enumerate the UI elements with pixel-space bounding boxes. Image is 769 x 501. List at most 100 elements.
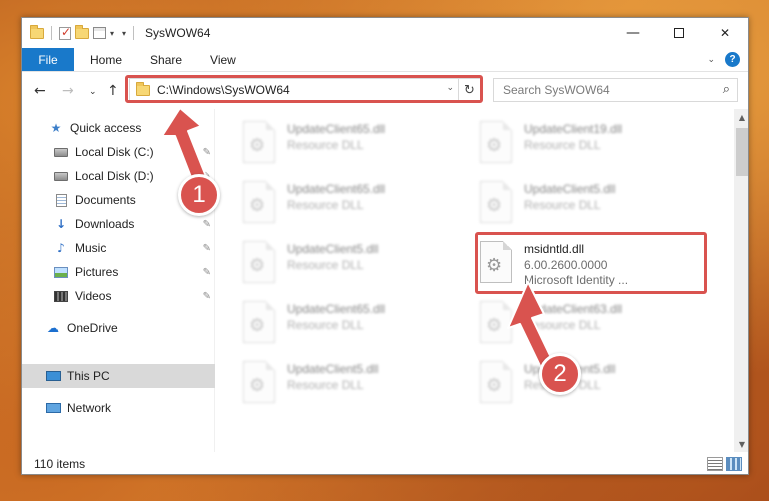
sidebar-item-this-pc[interactable]: This PC <box>22 364 215 388</box>
forward-button[interactable]: → <box>62 83 74 99</box>
customize-toolbar-chevron-icon[interactable]: ▾ <box>110 29 114 38</box>
maximize-icon <box>674 28 684 38</box>
tab-home[interactable]: Home <box>74 48 136 71</box>
list-item[interactable]: ⚙ UpdateClient5.dllResource DLL <box>480 357 710 409</box>
title-bar: ▾ ▾ SysWOW64 — ✕ <box>22 18 748 48</box>
tiles-view-icon[interactable] <box>726 457 742 471</box>
sidebar-item-label: Local Disk (D:) <box>75 169 154 183</box>
music-icon: ♪ <box>57 241 65 255</box>
sidebar-item-label: Local Disk (C:) <box>75 145 154 159</box>
sidebar-item-onedrive[interactable]: ☁ OneDrive <box>22 316 215 340</box>
list-item[interactable]: ⚙ UpdateClient5.dllResource DLL <box>243 237 473 289</box>
file-name: UpdateClient65.dll <box>287 182 386 196</box>
back-button[interactable]: ← <box>34 83 46 99</box>
explorer-window: ▾ ▾ SysWOW64 — ✕ File Home Share View ⌄ … <box>21 17 749 475</box>
list-item[interactable]: ⚙ UpdateClient5.dllResource DLL <box>243 357 473 409</box>
sidebar-item-quick-access[interactable]: ★ Quick access <box>22 116 215 140</box>
vertical-scrollbar[interactable]: ▲ ▼ <box>734 109 748 452</box>
videos-icon <box>53 289 69 303</box>
sidebar-item-label: Pictures <box>75 265 119 279</box>
sidebar-item-pictures[interactable]: Pictures ✎ <box>22 260 215 284</box>
computer-icon <box>45 369 61 383</box>
pin-icon: ✎ <box>202 266 211 278</box>
file-type: Resource DLL <box>287 318 364 332</box>
list-item[interactable]: ⚙ UpdateClient5.dllResource DLL <box>480 177 710 229</box>
window-controls: — ✕ <box>610 18 748 48</box>
dll-file-icon: ⚙ <box>480 301 514 343</box>
dll-file-icon: ⚙ <box>243 301 277 343</box>
address-bar[interactable]: C:\Windows\SysWOW64 ⌄ ↻ <box>129 78 481 102</box>
file-description: Microsoft Identity ... <box>524 273 629 287</box>
pin-icon: ✎ <box>202 218 211 230</box>
tab-view[interactable]: View <box>196 48 250 71</box>
file-list: ⚙ UpdateClient65.dll Resource DLL ⚙ Updat… <box>216 109 734 452</box>
file-name: UpdateClient5.dll <box>287 242 379 256</box>
file-name: msidntld.dll <box>524 242 585 256</box>
close-button[interactable]: ✕ <box>702 18 748 48</box>
properties-icon[interactable] <box>93 27 106 39</box>
address-dropdown-icon[interactable]: ⌄ <box>446 83 454 93</box>
folder-icon <box>30 24 44 39</box>
step-2-badge: 2 <box>539 353 581 395</box>
dll-file-icon: ⚙ <box>480 361 514 403</box>
expand-ribbon-icon[interactable]: ⌄ <box>707 55 715 65</box>
sidebar-item-music[interactable]: ♪ Music ✎ <box>22 236 215 260</box>
tab-share[interactable]: Share <box>136 48 196 71</box>
sidebar-item-videos[interactable]: Videos ✎ <box>22 284 215 308</box>
dll-file-icon: ⚙ <box>480 241 514 283</box>
dll-file-icon: ⚙ <box>243 181 277 223</box>
dll-file-icon: ⚙ <box>480 121 514 163</box>
pin-icon: ✎ <box>202 290 211 302</box>
navigation-pane: ★ Quick access Local Disk (C:) ✎ Local D… <box>22 109 215 452</box>
maximize-button[interactable] <box>656 18 702 48</box>
file-type: Resource DLL <box>287 198 364 212</box>
cloud-icon: ☁ <box>47 321 59 335</box>
navigation-bar: ← → ⌄ ↑ C:\Windows\SysWOW64 ⌄ ↻ Search S… <box>22 73 748 109</box>
file-type: Resource DLL <box>287 258 364 272</box>
sidebar-item-local-disk-c[interactable]: Local Disk (C:) ✎ <box>22 140 215 164</box>
sidebar-item-network[interactable]: Network <box>22 396 215 420</box>
list-item[interactable]: ⚙ UpdateClient63.dll Resource DLL <box>480 297 710 349</box>
documents-icon <box>53 193 69 207</box>
recent-locations-chevron-icon[interactable]: ⌄ <box>89 87 97 97</box>
new-folder-icon[interactable] <box>75 24 89 39</box>
refresh-button[interactable]: ↻ <box>458 79 480 101</box>
file-name: UpdateClient63.dll <box>524 302 623 316</box>
list-item[interactable]: ⚙ UpdateClient19.dll Resource DLL <box>480 117 710 169</box>
up-button[interactable]: ↑ <box>107 83 119 99</box>
quick-access-toolbar: ▾ ▾ <box>22 24 137 40</box>
minimize-button[interactable]: — <box>610 18 656 48</box>
tab-file[interactable]: File <box>22 48 74 71</box>
ribbon-right-controls: ⌄ ? <box>707 48 748 71</box>
scroll-up-icon[interactable]: ▲ <box>734 109 748 125</box>
sidebar-item-label: OneDrive <box>67 321 118 335</box>
pictures-icon <box>53 265 69 279</box>
window-title: SysWOW64 <box>145 26 211 40</box>
scroll-down-icon[interactable]: ▼ <box>734 436 748 452</box>
scrollbar-thumb[interactable] <box>736 128 748 176</box>
search-box[interactable]: Search SysWOW64 ⌕ <box>493 78 738 102</box>
sidebar-item-label: Videos <box>75 289 112 303</box>
list-item[interactable]: ⚙ UpdateClient65.dll Resource DLL <box>243 297 473 349</box>
list-item[interactable]: ⚙ UpdateClient65.dll Resource DLL <box>243 177 473 229</box>
item-count: 110 items <box>34 457 86 471</box>
file-type: Resource DLL <box>287 138 364 152</box>
status-bar: 110 items <box>22 452 748 474</box>
list-item[interactable]: ⚙ UpdateClient65.dll Resource DLL <box>243 117 473 169</box>
address-path[interactable]: C:\Windows\SysWOW64 <box>157 83 290 97</box>
sidebar-item-label: Downloads <box>75 217 135 231</box>
step-1-badge: 1 <box>178 174 220 216</box>
sidebar-item-downloads[interactable]: ↓ Downloads ✎ <box>22 212 215 236</box>
file-name: UpdateClient19.dll <box>524 122 623 136</box>
list-item-msidntld[interactable]: ⚙ msidntld.dll 6.00.2600.0000 Microsoft … <box>480 237 710 299</box>
search-icon[interactable]: ⌕ <box>723 82 730 97</box>
sidebar-item-label: Network <box>67 401 112 415</box>
search-input[interactable]: Search SysWOW64 <box>503 83 610 97</box>
toolbar-menu-icon[interactable]: ▾ <box>122 29 126 38</box>
pin-icon: ✎ <box>202 242 211 254</box>
details-view-icon[interactable] <box>707 457 723 471</box>
disk-icon <box>53 169 69 183</box>
properties-check-icon[interactable] <box>59 25 71 40</box>
help-icon[interactable]: ? <box>725 52 740 67</box>
folder-icon <box>136 81 150 96</box>
